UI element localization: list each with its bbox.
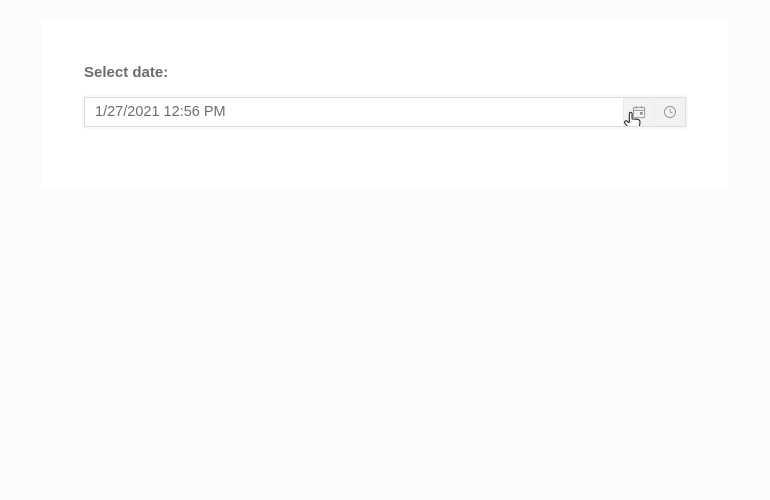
calendar-icon [631, 104, 647, 120]
datetime-icon-group [623, 98, 685, 126]
icon-divider [654, 103, 655, 121]
calendar-button[interactable] [630, 103, 648, 121]
clock-icon [662, 104, 678, 120]
clock-button[interactable] [661, 103, 679, 121]
datetime-field [84, 97, 686, 127]
datetime-input[interactable] [85, 98, 623, 126]
select-date-label: Select date: [84, 64, 686, 81]
date-picker-panel: Select date: [42, 20, 728, 188]
